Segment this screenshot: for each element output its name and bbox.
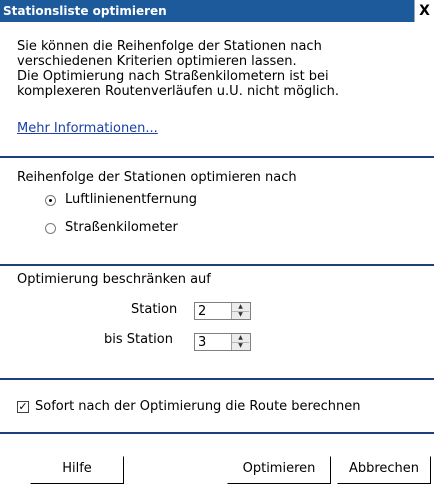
window-titlebar: Stationsliste optimieren X	[0, 0, 434, 22]
intro-section: Sie können die Reihenfolge der Stationen…	[0, 22, 434, 156]
station-from-spin-buttons[interactable]: ▲ ▼	[231, 303, 250, 319]
window-title: Stationsliste optimieren	[3, 4, 167, 18]
radio-strassenkilometer-label[interactable]: Straßenkilometer	[65, 220, 178, 235]
close-button[interactable]: X	[414, 0, 434, 22]
order-heading: Reihenfolge der Stationen optimieren nac…	[17, 170, 297, 185]
route-checkbox[interactable]: ✓	[17, 401, 29, 413]
radio-strassenkilometer[interactable]	[45, 223, 56, 234]
route-checkbox-label[interactable]: Sofort nach der Optimierung die Route be…	[35, 399, 360, 414]
station-to-stepper[interactable]: 3 ▲ ▼	[194, 333, 251, 351]
station-to-label: bis Station	[104, 332, 173, 347]
station-from-label: Station	[131, 302, 178, 317]
intro-line-4: komplexeren Routenverläufen u.U. nicht m…	[17, 84, 340, 99]
order-section: Reihenfolge der Stationen optimieren nac…	[0, 158, 434, 264]
spin-down-icon[interactable]: ▼	[232, 342, 249, 350]
optimize-button[interactable]: Optimieren	[227, 456, 331, 484]
station-from-value[interactable]: 2	[198, 304, 206, 319]
more-info-link[interactable]: Mehr Informationen...	[17, 121, 158, 136]
divider-4	[0, 432, 434, 434]
limit-heading: Optimierung beschränken auf	[17, 272, 211, 287]
cancel-button[interactable]: Abbrechen	[337, 456, 431, 484]
radio-luftlinie-label[interactable]: Luftlinienentfernung	[65, 192, 197, 207]
intro-line-1: Sie können die Reihenfolge der Stationen…	[17, 39, 322, 54]
check-icon: ✓	[18, 400, 28, 413]
station-to-value[interactable]: 3	[198, 335, 206, 350]
limit-section: Optimierung beschränken auf Station 2 ▲ …	[0, 266, 434, 378]
radio-luftlinie[interactable]	[45, 195, 56, 206]
checkbox-section: ✓ Sofort nach der Optimierung die Route …	[0, 380, 434, 432]
help-button[interactable]: Hilfe	[30, 456, 124, 484]
close-icon: X	[419, 3, 430, 19]
intro-line-2: verschiedenen Kriterien optimieren lasse…	[17, 54, 297, 69]
station-from-stepper[interactable]: 2 ▲ ▼	[194, 302, 251, 320]
station-to-spin-buttons[interactable]: ▲ ▼	[231, 334, 250, 350]
spin-down-icon[interactable]: ▼	[232, 311, 249, 319]
radio-selected-dot	[49, 199, 52, 202]
intro-line-3: Die Optimierung nach Straßenkilometern i…	[17, 69, 329, 84]
